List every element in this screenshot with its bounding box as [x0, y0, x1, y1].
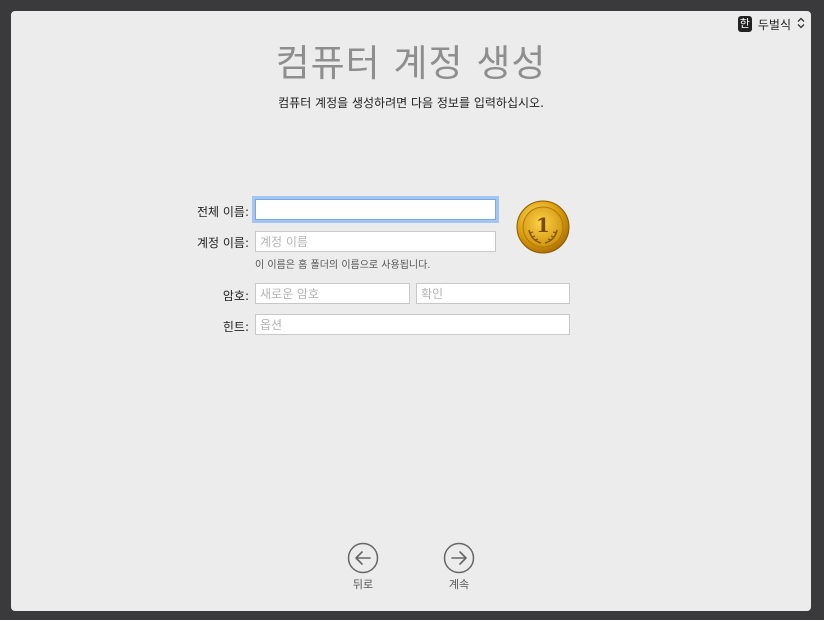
gold-medal-icon: 1: [516, 200, 570, 254]
page-subtitle: 컴퓨터 계정을 생성하려면 다음 정보를 입력하십시오.: [278, 96, 544, 110]
setup-window: 한 두벌식 컴퓨터 계정 생성 컴퓨터 계정을 생성하려면 다음 정보를 입력하…: [11, 11, 811, 611]
chevron-updown-icon: [797, 17, 805, 32]
full-name-input[interactable]: [255, 199, 496, 220]
verify-password-input[interactable]: [416, 283, 570, 304]
input-source-menu[interactable]: 한 두벌식: [737, 15, 805, 33]
password-input[interactable]: [255, 283, 410, 304]
hint-label: 힌트:: [222, 320, 249, 334]
back-label: 뒤로: [352, 578, 374, 591]
continue-label: 계속: [448, 578, 470, 591]
account-name-label: 계정 이름:: [196, 236, 249, 250]
full-name-label: 전체 이름:: [196, 205, 249, 219]
arrow-left-circle-icon: [347, 542, 379, 574]
user-picture-button[interactable]: 1: [516, 200, 570, 254]
input-source-label: 두벌식: [757, 17, 791, 32]
account-name-input[interactable]: [255, 231, 496, 252]
page-title: 컴퓨터 계정 생성: [275, 42, 547, 85]
continue-button[interactable]: 계속: [429, 542, 489, 592]
medal-number: 1: [536, 213, 550, 237]
back-button[interactable]: 뒤로: [333, 542, 393, 592]
arrow-right-circle-icon: [443, 542, 475, 574]
input-source-badge: 한: [737, 16, 752, 32]
account-name-note: 이 이름은 홈 폴더의 이름으로 사용됩니다.: [255, 260, 431, 271]
password-label: 암호:: [222, 289, 249, 303]
hint-input[interactable]: [255, 314, 570, 335]
